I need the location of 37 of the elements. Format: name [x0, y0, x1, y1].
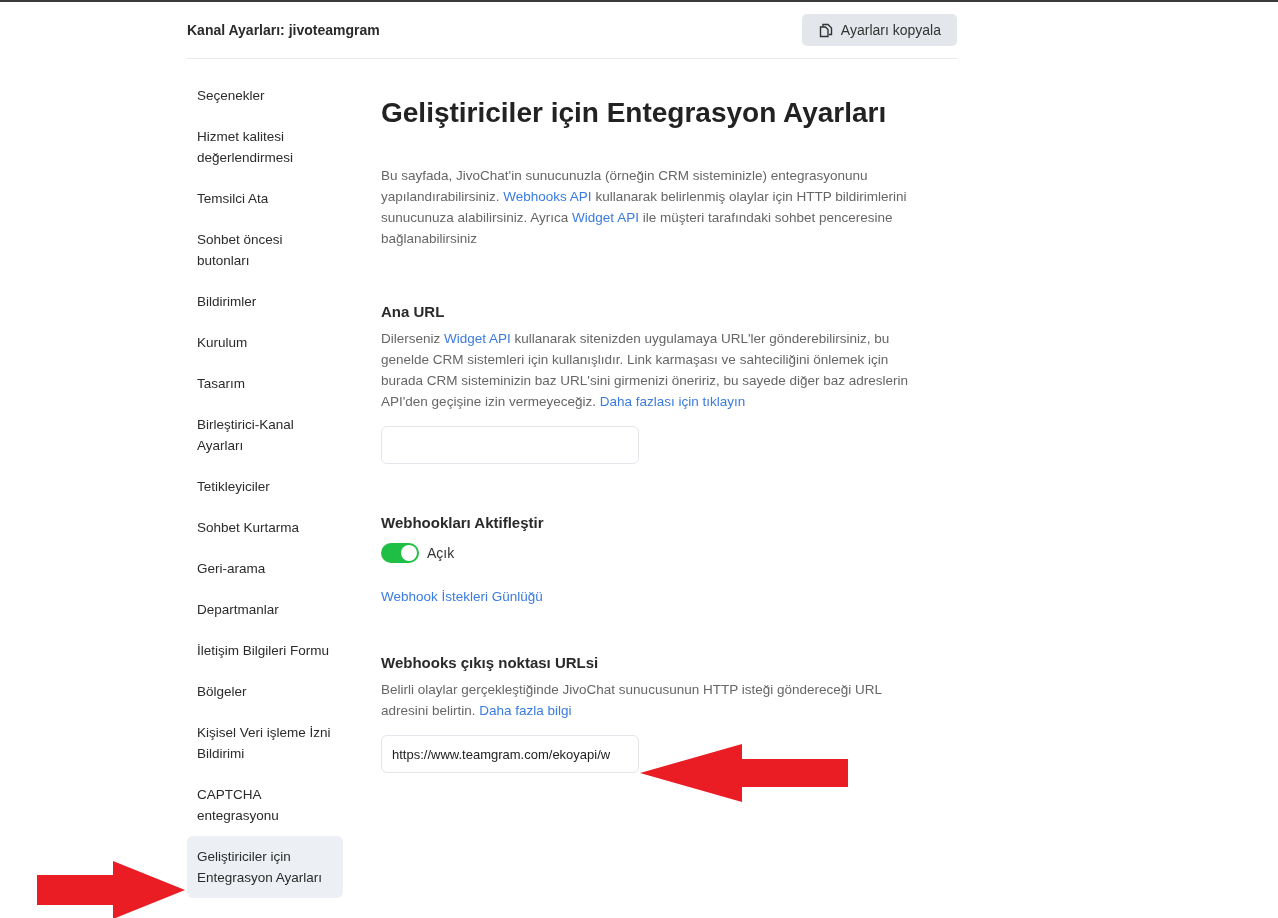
text-link[interactable]: Widget API	[572, 210, 639, 225]
page-title: Geliştiriciler için Entegrasyon Ayarları	[381, 97, 887, 129]
sidebar-item[interactable]: İletişim Bilgileri Formu	[187, 630, 343, 671]
sidebar-item[interactable]: CAPTCHA entegrasyonu	[187, 774, 343, 836]
channel-settings-title: Kanal Ayarları: jivoteamgram	[187, 22, 380, 38]
copy-icon	[818, 22, 833, 38]
sidebar-item[interactable]: Temsilci Ata	[187, 178, 343, 219]
sidebar-item[interactable]: Bölgeler	[187, 671, 343, 712]
section-description: Belirli olaylar gerçekleştiğinde JivoChat sunucusunun HTTP isteği göndereceği URL adresini belirtin. Daha fazla bilgi	[381, 681, 883, 720]
toggle-label: Açık	[427, 545, 455, 561]
sidebar-item[interactable]: Seçenekler	[187, 75, 343, 116]
sidebar-item[interactable]: Departmanlar	[187, 589, 343, 630]
text-link[interactable]: Daha fazlası için tıklayın	[599, 394, 746, 409]
base-url-field[interactable]	[381, 426, 639, 464]
section-heading: Ana URL	[381, 303, 445, 320]
section-description: Dilerseniz Widget API kullanarak sitenizden uygulamaya URL'ler gönderebilirsiniz, bu genelde CRM sistemleri için kullanışlıdır. Link karmaşası ve sahteciliğini önlemek için burada CRM sisteminizin baz URL'sini girmenizi öneririz, bu sayede diğer baz adreslerin API'den geçişine izin vermeyeceğiz. Daha fazlası için tıklayın	[381, 330, 910, 411]
sidebar-item[interactable]: Kişisel Veri işleme İzni Bildirimi	[187, 712, 343, 774]
sidebar-item[interactable]: Geri-arama	[187, 548, 343, 589]
webhooks-toggle[interactable]	[381, 543, 419, 563]
sidebar-item[interactable]: Bildirimler	[187, 281, 343, 322]
sidebar-item[interactable]: Sohbet Kurtarma	[187, 507, 343, 548]
sidebar-item[interactable]: Birleştirici-Kanal Ayarları	[187, 404, 343, 466]
sidebar-item[interactable]: Tetikleyiciler	[187, 466, 343, 507]
text-link[interactable]: Daha fazla bilgi	[479, 703, 572, 718]
sidebar-item[interactable]: Kurulum	[187, 322, 343, 363]
section-heading: Webhookları Aktifleştir	[381, 514, 544, 531]
copy-settings-button[interactable]: Ayarları kopyala	[801, 14, 957, 46]
sidebar-item[interactable]: Tasarım	[187, 363, 343, 404]
webhook-log-link[interactable]: Webhook İstekleri Günlüğü	[381, 589, 543, 604]
text-link[interactable]: Webhooks API	[503, 189, 592, 204]
sidebar-item[interactable]: Sohbet öncesi butonları	[187, 219, 343, 281]
sidebar-item[interactable]: Hizmet kalitesi değerlendirmesi	[187, 116, 343, 178]
section-heading: Webhooks çıkış noktası URLsi	[381, 654, 599, 671]
intro-paragraph: Bu sayfada, JivoChat'in sunucunuzla (örneğin CRM sisteminizle) entegrasyonunu yapılandırabilirsiniz. Webhooks API kullanarak belirlenmiş olaylar için HTTP bildirimlerini sunucunuza alabilirsiniz. Ayrıca Widget API ile müşteri tarafındaki sohbet penceresine bağlanabilirsiniz	[381, 167, 908, 248]
sidebar-item[interactable]: Geliştiriciler için Entegrasyon Ayarları	[187, 836, 343, 898]
text-link[interactable]: Widget API	[444, 331, 511, 346]
webhook-url-field[interactable]: https://www.teamgram.com/ekoyapi/w	[381, 735, 639, 773]
